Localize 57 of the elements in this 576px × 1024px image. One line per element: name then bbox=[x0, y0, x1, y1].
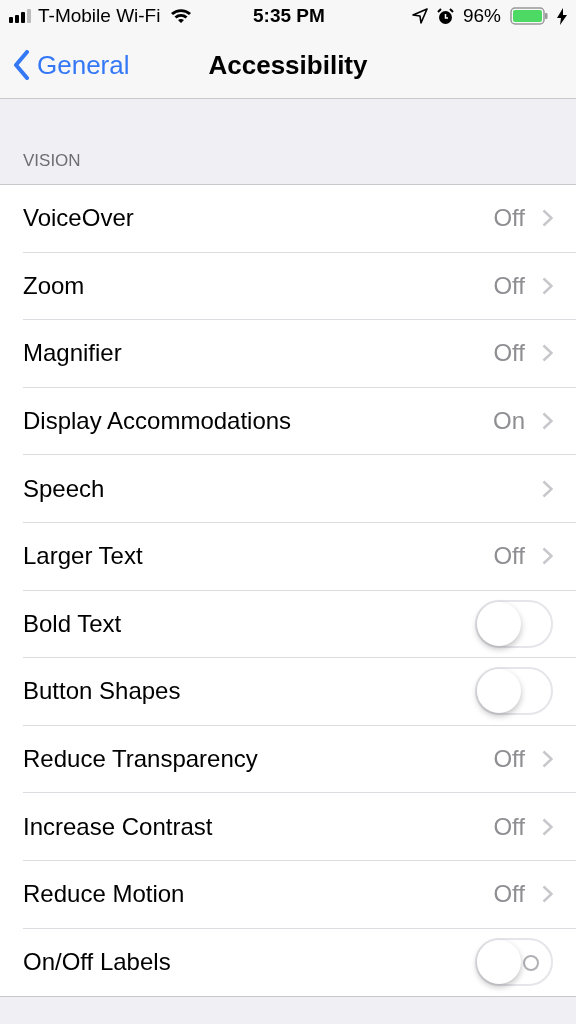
row-label: Reduce Motion bbox=[23, 879, 185, 910]
chevron-left-icon bbox=[13, 50, 29, 80]
toggle-switch[interactable] bbox=[475, 938, 553, 987]
row-value: Off bbox=[493, 811, 525, 842]
settings-row[interactable]: VoiceOver Off bbox=[23, 185, 576, 253]
chevron-right-icon bbox=[542, 885, 553, 904]
row-value: Off bbox=[493, 744, 525, 775]
page-title: Accessibility bbox=[208, 48, 368, 82]
row-value: Off bbox=[493, 338, 525, 369]
settings-row[interactable]: Magnifier Off bbox=[23, 320, 576, 388]
settings-row[interactable]: Display Accommodations On bbox=[23, 387, 576, 456]
settings-row[interactable]: Speech bbox=[23, 455, 576, 523]
toggle-switch[interactable] bbox=[475, 599, 553, 648]
chevron-right-icon bbox=[542, 344, 553, 363]
chevron-right-icon bbox=[542, 817, 553, 836]
settings-row[interactable]: Bold Text bbox=[23, 590, 576, 659]
settings-row[interactable]: Reduce Transparency Off bbox=[23, 725, 576, 794]
settings-row[interactable]: Increase Contrast Off bbox=[23, 793, 576, 861]
row-label: Zoom bbox=[23, 270, 85, 301]
row-label: Increase Contrast bbox=[23, 811, 213, 842]
wifi-icon bbox=[170, 8, 193, 24]
row-label: Magnifier bbox=[23, 338, 122, 369]
row-label: Bold Text bbox=[23, 608, 122, 639]
settings-row[interactable]: Button Shapes bbox=[23, 658, 576, 726]
chevron-right-icon bbox=[542, 479, 553, 498]
chevron-right-icon bbox=[542, 547, 553, 566]
row-label: On/Off Labels bbox=[23, 947, 171, 978]
toggle-switch[interactable] bbox=[475, 667, 553, 716]
row-label: Speech bbox=[23, 473, 105, 504]
row-value: Off bbox=[493, 879, 525, 910]
status-time: 5:35 PM bbox=[253, 3, 325, 28]
signal-icon bbox=[9, 9, 31, 23]
settings-row[interactable]: Larger Text Off bbox=[23, 522, 576, 591]
row-label: Button Shapes bbox=[23, 676, 181, 707]
alarm-clock-icon bbox=[436, 7, 454, 25]
settings-row[interactable]: Reduce Motion Off bbox=[23, 860, 576, 929]
carrier-name: T-Mobile Wi-Fi bbox=[38, 3, 161, 28]
chevron-right-icon bbox=[542, 412, 553, 431]
row-label: Reduce Transparency bbox=[23, 744, 258, 775]
row-label: Display Accommodations bbox=[23, 406, 292, 437]
back-button[interactable]: General bbox=[0, 45, 130, 85]
section-header: VISION bbox=[23, 149, 81, 172]
charging-bolt-icon bbox=[557, 7, 567, 25]
settings-row[interactable]: On/Off Labels bbox=[23, 928, 576, 997]
row-value: Off bbox=[493, 541, 525, 572]
row-label: VoiceOver bbox=[23, 203, 134, 234]
location-arrow-icon bbox=[411, 8, 428, 24]
row-value: Off bbox=[493, 203, 525, 234]
battery-percentage: 96% bbox=[462, 3, 501, 28]
settings-row[interactable]: Zoom Off bbox=[23, 252, 576, 321]
row-label: Larger Text bbox=[23, 541, 143, 572]
row-value: On bbox=[493, 406, 525, 437]
battery-icon bbox=[510, 7, 548, 25]
chevron-right-icon bbox=[542, 750, 553, 769]
row-value: Off bbox=[493, 270, 525, 301]
chevron-right-icon bbox=[542, 209, 553, 228]
chevron-right-icon bbox=[542, 276, 553, 295]
